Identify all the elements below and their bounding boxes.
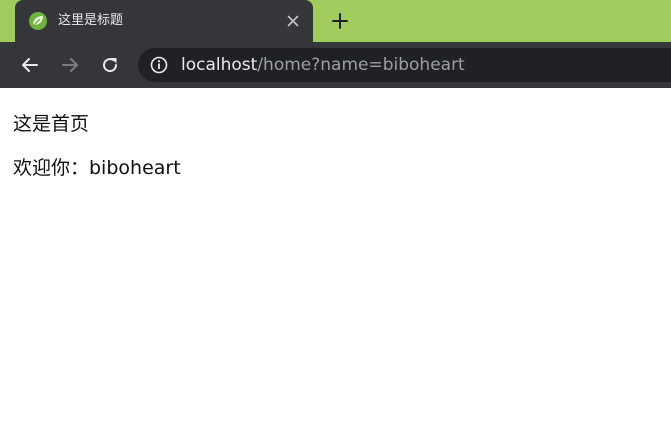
arrow-left-icon[interactable]: [18, 53, 42, 77]
welcome-text: 欢迎你：biboheart: [13, 157, 181, 179]
arrow-right-icon[interactable]: [58, 53, 82, 77]
page-heading: 这是首页: [13, 113, 90, 135]
url-text[interactable]: localhost/home?name=biboheart: [181, 55, 465, 75]
tab-strip: 这里是标题: [0, 0, 671, 42]
toolbar: localhost/home?name=biboheart: [0, 42, 671, 88]
address-bar[interactable]: localhost/home?name=biboheart: [138, 48, 671, 82]
plus-icon[interactable]: [328, 9, 352, 33]
tab-title: 这里是标题: [58, 13, 124, 28]
close-icon[interactable]: [283, 11, 303, 31]
info-icon[interactable]: [150, 56, 168, 74]
url-path: /home?name=biboheart: [257, 55, 465, 75]
browser-window: 这里是标题 localhost/home?name=biboheart 这是首页…: [0, 0, 671, 425]
reload-icon[interactable]: [98, 53, 122, 77]
tab-active[interactable]: 这里是标题: [15, 0, 313, 42]
url-host: localhost: [181, 55, 258, 75]
spring-leaf-icon: [28, 11, 48, 31]
page-content: 这是首页 欢迎你：biboheart: [0, 88, 671, 425]
